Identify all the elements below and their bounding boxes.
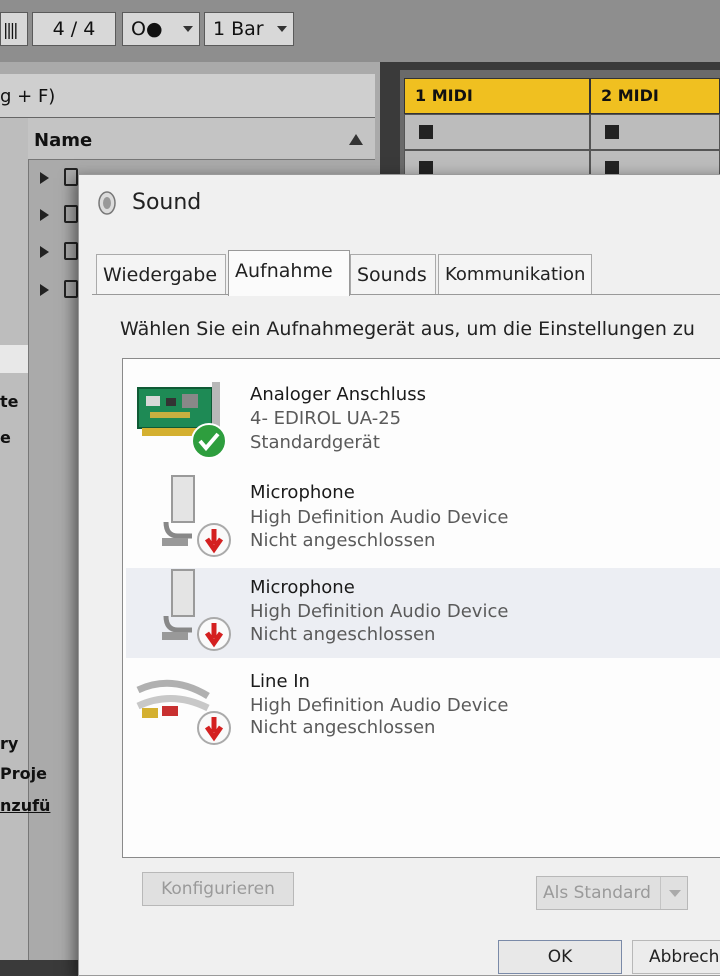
device-name: Analoger Anschluss xyxy=(250,384,426,405)
set-default-dropdown[interactable] xyxy=(660,877,687,909)
chevron-down-icon xyxy=(669,890,681,897)
clip-slot[interactable] xyxy=(590,114,720,150)
quantize-dropdown[interactable]: 1 Bar xyxy=(204,12,294,46)
device-status: Nicht angeschlossen xyxy=(250,530,436,551)
device-driver: High Definition Audio Device xyxy=(250,601,509,622)
stop-icon xyxy=(605,161,619,175)
ok-button[interactable]: OK xyxy=(498,940,622,974)
metronome-icon: |||| xyxy=(3,19,19,39)
sidebar-label[interactable]: Proje xyxy=(0,764,47,783)
unplugged-arrow-icon xyxy=(197,523,231,557)
expand-arrow-icon xyxy=(40,172,49,184)
tab-wiedergabe[interactable]: Wiedergabe xyxy=(96,254,226,294)
cancel-button[interactable]: Abbrech xyxy=(632,940,720,974)
device-name: Microphone xyxy=(250,577,355,598)
sort-ascending-icon xyxy=(349,134,363,145)
device-status: Standardgerät xyxy=(250,432,380,453)
stop-icon xyxy=(419,161,433,175)
browser-sidebar xyxy=(0,118,29,960)
device-name: Line In xyxy=(250,671,310,692)
folder-icon xyxy=(64,168,78,186)
unplugged-arrow-icon xyxy=(197,617,231,651)
sidebar-label[interactable]: ry xyxy=(0,734,18,753)
name-column-header[interactable]: Name xyxy=(28,118,375,160)
tab-divider xyxy=(92,294,720,295)
tab-aufnahme[interactable]: Aufnahme xyxy=(228,250,350,296)
folder-icon xyxy=(64,280,78,298)
expand-arrow-icon xyxy=(40,209,49,221)
speaker-icon xyxy=(98,191,116,215)
browser-row[interactable] xyxy=(40,168,80,188)
chevron-down-icon xyxy=(183,26,193,32)
device-status: Nicht angeschlossen xyxy=(250,624,436,645)
time-signature-field[interactable]: 4 / 4 xyxy=(32,12,116,46)
expand-arrow-icon xyxy=(40,246,49,258)
sidebar-label[interactable]: e xyxy=(0,428,11,447)
sidebar-label[interactable]: nzufü xyxy=(0,796,50,815)
expand-arrow-icon xyxy=(40,284,49,296)
browser-search-field[interactable]: g + F) xyxy=(0,74,375,118)
clip-slot[interactable] xyxy=(404,114,590,150)
default-check-icon xyxy=(191,423,227,459)
chevron-down-icon xyxy=(277,26,287,32)
tab-kommunikation[interactable]: Kommunikation xyxy=(438,254,592,294)
track-header-1-midi[interactable]: 1 MIDI xyxy=(404,78,590,114)
browser-sidebar-selected-item[interactable] xyxy=(0,345,28,373)
folder-icon xyxy=(64,242,78,260)
device-driver: High Definition Audio Device xyxy=(250,695,509,716)
set-default-button[interactable]: Als Standard xyxy=(536,876,688,910)
configure-button[interactable]: Konfigurieren xyxy=(142,872,294,906)
stop-icon xyxy=(605,125,619,139)
device-name: Microphone xyxy=(250,482,355,503)
record-mode-icon: O● xyxy=(131,18,163,40)
metronome-button[interactable]: |||| xyxy=(0,12,28,46)
device-driver: High Definition Audio Device xyxy=(250,507,509,528)
device-status: Nicht angeschlossen xyxy=(250,717,436,738)
stop-icon xyxy=(419,125,433,139)
record-mode-dropdown[interactable]: O● xyxy=(122,12,200,46)
device-driver: 4- EDIROL UA-25 xyxy=(250,408,402,429)
tab-sounds[interactable]: Sounds xyxy=(350,254,436,294)
instruction-text: Wählen Sie ein Aufnahmegerät aus, um die… xyxy=(120,318,695,340)
browser-row[interactable] xyxy=(40,280,80,300)
dialog-title: Sound xyxy=(132,190,202,215)
sidebar-label[interactable]: te xyxy=(0,392,19,411)
browser-row[interactable] xyxy=(40,205,80,225)
browser-row[interactable] xyxy=(40,242,80,262)
unplugged-arrow-icon xyxy=(197,711,231,745)
folder-icon xyxy=(64,205,78,223)
track-header-2-midi[interactable]: 2 MIDI xyxy=(590,78,720,114)
